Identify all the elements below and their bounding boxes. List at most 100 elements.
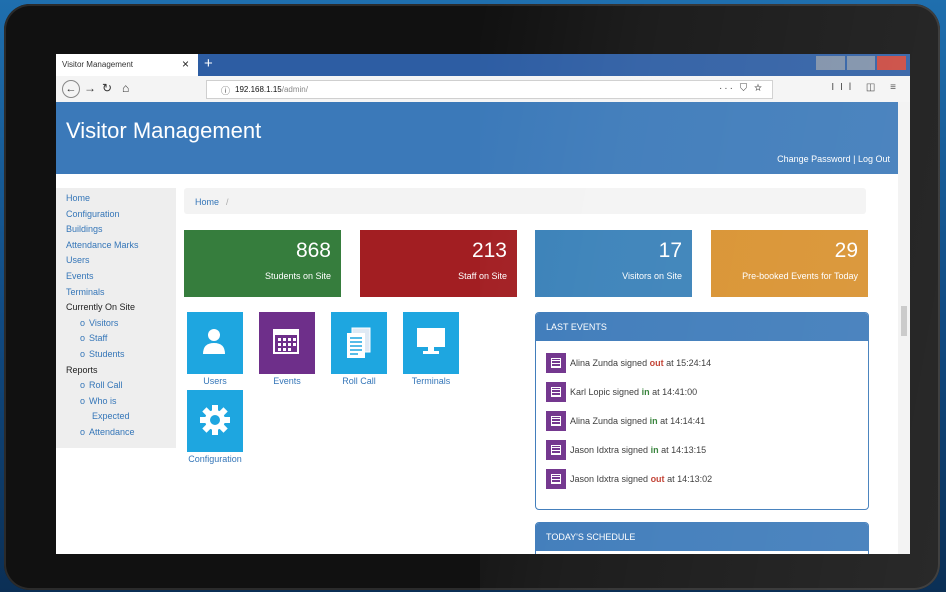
event-text: Karl Lopic signed in at 14:41:00: [570, 387, 697, 397]
browser-nav-bar: ← → ↻ ⌂ ⓘ 192.168.1.15/admin/ ··· ⛉ ☆ II…: [56, 76, 910, 103]
breadcrumb: Home /: [184, 188, 866, 214]
user-icon: [199, 326, 229, 361]
stat-card-visitors-on-site[interactable]: 17 Visitors on Site: [535, 230, 692, 297]
new-tab-icon[interactable]: +: [204, 55, 213, 72]
toolbar-menu-icons[interactable]: IIl ◫ ≡: [831, 82, 902, 93]
event-verb: signed: [619, 474, 651, 484]
sidebar-item-attendance-marks[interactable]: Attendance Marks: [66, 240, 139, 250]
sidebar-item-label: Buildings: [66, 224, 103, 235]
calendar-icon: [546, 469, 566, 489]
app-title[interactable]: Visitor Management: [66, 118, 261, 144]
account-links[interactable]: Change Password | Log Out: [777, 154, 890, 164]
event-action: in: [650, 445, 659, 455]
stat-card-pre-booked-events-for-today[interactable]: 29 Pre-booked Events for Today: [711, 230, 868, 297]
window-controls: [816, 56, 907, 70]
event-action: in: [649, 416, 658, 426]
event-person: Alina Zunda: [570, 358, 619, 368]
url-text: 192.168.1.15/admin/: [235, 85, 308, 94]
sidebar-item-terminals[interactable]: Terminals: [66, 287, 105, 297]
sidebar-item-label: Staff: [89, 333, 108, 344]
tile-terminals[interactable]: [403, 312, 459, 374]
stat-card-staff-on-site[interactable]: 213 Staff on Site: [360, 230, 517, 297]
sidebar-item-label: Attendance: [89, 427, 135, 437]
event-time: at 14:13:15: [658, 445, 707, 455]
sidebar-item-who-is[interactable]: o Who is: [80, 396, 117, 406]
stat-value: 17: [658, 239, 682, 262]
sidebar-item-roll-call[interactable]: o Roll Call: [80, 380, 123, 390]
info-icon[interactable]: ⓘ: [221, 84, 230, 97]
sidebar-item-label: Home: [66, 193, 91, 203]
tile-label[interactable]: Configuration: [180, 454, 250, 464]
sidebar-item-events[interactable]: Events: [66, 271, 94, 281]
url-host: 192.168.1.15: [235, 85, 282, 94]
sidebar-item-currently-on-site: Currently On Site: [66, 302, 135, 312]
sidebar-item-label: Who is: [89, 395, 117, 406]
browser-tab-bar: Visitor Management × +: [56, 54, 910, 76]
sidebar-item-visitors[interactable]: o Visitors: [80, 318, 118, 328]
tile-label[interactable]: Users: [180, 376, 250, 386]
sidebar-item-users[interactable]: Users: [66, 255, 90, 265]
scrollbar-thumb[interactable]: [901, 306, 907, 336]
bullet: o: [80, 333, 86, 344]
breadcrumb-home[interactable]: Home: [195, 197, 219, 207]
calendar-icon: [546, 440, 566, 460]
event-person: Jason Idxtra: [570, 474, 620, 484]
back-icon[interactable]: ←: [62, 80, 80, 98]
sidebar-item-label: Roll Call: [89, 380, 123, 391]
home-icon[interactable]: ⌂: [122, 81, 129, 95]
forward-icon[interactable]: →: [84, 81, 96, 95]
stat-label: Staff on Site: [458, 271, 507, 281]
tile-configuration[interactable]: [187, 390, 243, 452]
tile-label[interactable]: Roll Call: [324, 376, 394, 386]
stat-label: Visitors on Site: [622, 271, 682, 281]
bullet: o: [80, 317, 86, 328]
tab-title: Visitor Management: [62, 60, 133, 69]
reload-icon[interactable]: ↻: [102, 81, 112, 95]
event-time: at 14:13:02: [664, 474, 713, 484]
event-person: Karl Lopic: [570, 387, 611, 397]
sidebar-item-staff[interactable]: o Staff: [80, 333, 107, 343]
sidebar-item-label: Students: [89, 349, 125, 359]
event-action: out: [649, 358, 664, 368]
sidebar-item-expected[interactable]: Expected: [92, 411, 130, 421]
tile-users[interactable]: [187, 312, 243, 374]
close-icon[interactable]: ×: [182, 57, 189, 71]
event-person: Jason Idxtra: [570, 445, 620, 455]
minimize-button[interactable]: [816, 56, 845, 70]
event-text: Alina Zunda signed in at 14:14:41: [570, 416, 705, 426]
bullet: o: [80, 349, 86, 359]
tile-roll-call[interactable]: [331, 312, 387, 374]
tile-events[interactable]: [259, 312, 315, 374]
event-verb: signed: [619, 445, 651, 455]
event-text: Jason Idxtra signed out at 14:13:02: [570, 474, 712, 484]
bullet: o: [80, 380, 86, 391]
stat-card-students-on-site[interactable]: 868 Students on Site: [184, 230, 341, 297]
sidebar-item-configuration[interactable]: Configuration: [66, 209, 120, 219]
calendar-icon: [271, 326, 301, 361]
sidebar-item-label: Visitors: [89, 317, 119, 328]
sidebar-item-label: Attendance Marks: [66, 239, 139, 250]
tile-label[interactable]: Terminals: [396, 376, 466, 386]
browser-tab[interactable]: Visitor Management ×: [56, 54, 198, 76]
todays-schedule-title[interactable]: TODAY'S SCHEDULE: [536, 523, 868, 551]
event-verb: signed: [618, 358, 650, 368]
tile-label[interactable]: Events: [252, 376, 322, 386]
sidebar-item-students[interactable]: o Students: [80, 349, 125, 359]
event-verb: signed: [618, 416, 650, 426]
document-icon: [343, 326, 373, 365]
sidebar-item-attendance[interactable]: o Attendance: [80, 427, 135, 437]
url-path: /admin/: [281, 85, 308, 94]
stat-label: Pre-booked Events for Today: [742, 271, 858, 281]
maximize-button[interactable]: [846, 56, 876, 70]
sidebar-item-buildings[interactable]: Buildings: [66, 224, 103, 234]
screen: Visitor Management × + ← → ↻ ⌂ ⓘ 192.168…: [56, 54, 910, 554]
event-action: out: [650, 474, 665, 484]
url-bar[interactable]: ⓘ 192.168.1.15/admin/ ··· ⛉ ☆: [206, 80, 773, 99]
sidebar-item-label: Users: [66, 255, 90, 266]
sidebar-item-home[interactable]: Home: [66, 193, 90, 203]
calendar-icon: [546, 353, 566, 373]
event-verb: signed: [610, 387, 642, 397]
window-close-button[interactable]: [877, 56, 907, 70]
bullet: o: [80, 427, 86, 437]
page-actions-icons[interactable]: ··· ⛉ ☆: [719, 83, 764, 94]
